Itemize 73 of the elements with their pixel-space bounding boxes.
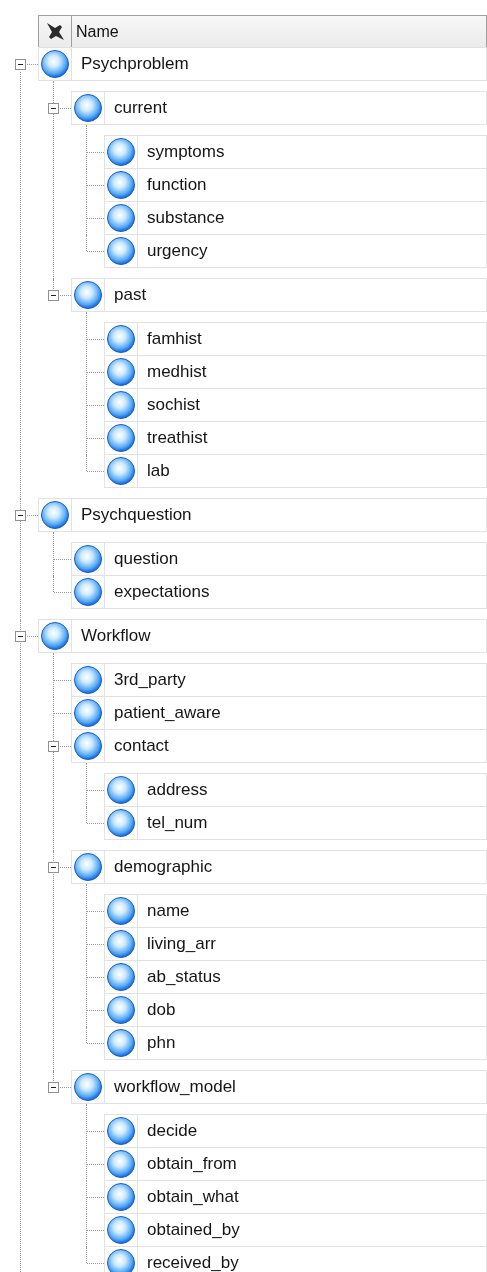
- collapse-button[interactable]: [48, 290, 59, 301]
- collapse-button[interactable]: [48, 741, 59, 752]
- node-label[interactable]: living_arr: [137, 927, 487, 961]
- sphere-icon: [106, 1028, 136, 1058]
- node-label[interactable]: obtain_what: [137, 1180, 487, 1214]
- node-label[interactable]: contact: [104, 729, 487, 763]
- collapse-button[interactable]: [48, 1082, 59, 1093]
- node-label[interactable]: function: [137, 168, 487, 202]
- node-label[interactable]: workflow_model: [104, 1070, 487, 1104]
- sphere-icon: [106, 137, 136, 167]
- sphere-icon: [106, 357, 136, 387]
- node-label[interactable]: expectations: [104, 575, 487, 609]
- sphere-icon: [40, 49, 70, 79]
- sphere-icon: [106, 390, 136, 420]
- sphere-icon: [106, 236, 136, 266]
- sphere-icon: [106, 1116, 136, 1146]
- sphere-icon: [40, 621, 70, 651]
- sphere-icon: [73, 544, 103, 574]
- node-label[interactable]: sochist: [137, 388, 487, 422]
- sphere-icon: [106, 1215, 136, 1245]
- sphere-icon: [73, 1072, 103, 1102]
- node-label[interactable]: question: [104, 542, 487, 576]
- node-label[interactable]: Workflow: [71, 619, 487, 653]
- node-label[interactable]: received_by: [137, 1246, 487, 1272]
- node-label[interactable]: name: [137, 894, 487, 928]
- node-label[interactable]: urgency: [137, 234, 487, 268]
- node-label[interactable]: lab: [137, 454, 487, 488]
- sphere-icon: [106, 995, 136, 1025]
- node-label[interactable]: substance: [137, 201, 487, 235]
- collapse-button[interactable]: [48, 103, 59, 114]
- sphere-icon: [106, 1182, 136, 1212]
- sphere-icon: [40, 500, 70, 530]
- node-label[interactable]: symptoms: [137, 135, 487, 169]
- node-label[interactable]: medhist: [137, 355, 487, 389]
- node-label[interactable]: current: [104, 91, 487, 125]
- sphere-icon: [73, 280, 103, 310]
- sphere-icon: [106, 324, 136, 354]
- node-label[interactable]: Psychquestion: [71, 498, 487, 532]
- sphere-icon: [106, 962, 136, 992]
- node-label[interactable]: Psychproblem: [71, 47, 487, 81]
- collapse-button[interactable]: [15, 631, 26, 642]
- node-label[interactable]: demographic: [104, 850, 487, 884]
- sphere-icon: [106, 808, 136, 838]
- node-label[interactable]: famhist: [137, 322, 487, 356]
- node-label[interactable]: patient_aware: [104, 696, 487, 730]
- sphere-icon: [106, 203, 136, 233]
- sphere-icon: [73, 698, 103, 728]
- sphere-icon: [106, 775, 136, 805]
- node-label[interactable]: obtained_by: [137, 1213, 487, 1247]
- sphere-icon: [73, 665, 103, 695]
- sphere-icon: [106, 929, 136, 959]
- sphere-icon: [73, 577, 103, 607]
- node-label[interactable]: dob: [137, 993, 487, 1027]
- node-label[interactable]: phn: [137, 1026, 487, 1060]
- collapse-button[interactable]: [15, 59, 26, 70]
- collapse-button[interactable]: [48, 862, 59, 873]
- node-label[interactable]: obtain_from: [137, 1147, 487, 1181]
- sphere-icon: [106, 423, 136, 453]
- sphere-icon: [106, 896, 136, 926]
- node-label[interactable]: address: [137, 773, 487, 807]
- node-label[interactable]: decide: [137, 1114, 487, 1148]
- node-label[interactable]: 3rd_party: [104, 663, 487, 697]
- node-label[interactable]: past: [104, 278, 487, 312]
- sphere-icon: [106, 1149, 136, 1179]
- sphere-icon: [73, 93, 103, 123]
- sphere-icon: [106, 456, 136, 486]
- node-label[interactable]: ab_status: [137, 960, 487, 994]
- node-label[interactable]: tel_num: [137, 806, 487, 840]
- sphere-icon: [73, 731, 103, 761]
- sphere-icon: [106, 170, 136, 200]
- sphere-icon: [73, 852, 103, 882]
- node-label[interactable]: treathist: [137, 421, 487, 455]
- collapse-button[interactable]: [15, 510, 26, 521]
